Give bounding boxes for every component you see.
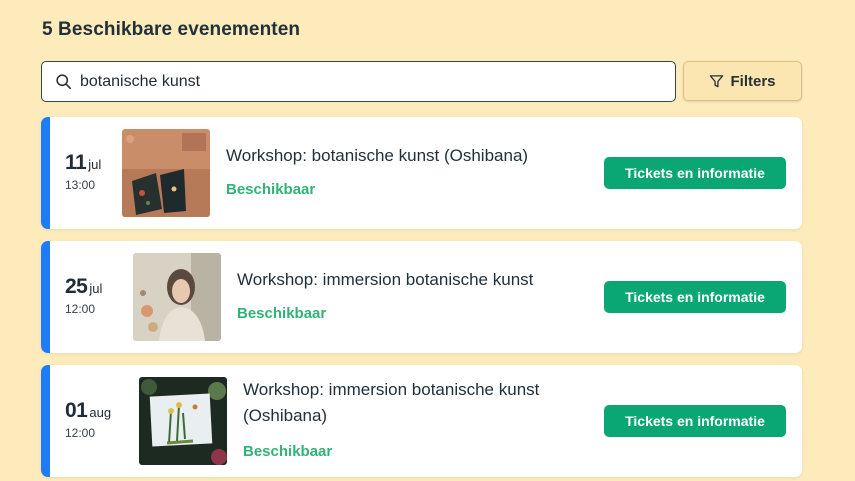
event-time: 13:00 [65, 178, 96, 192]
event-date: 25 jul 12:00 [65, 275, 102, 316]
event-thumbnail[interactable] [133, 253, 221, 341]
event-day: 01 [65, 399, 88, 422]
results-heading: 5 Beschikbare evenementen [42, 19, 301, 40]
filters-button[interactable]: Filters [683, 61, 802, 101]
event-time: 12:00 [65, 302, 96, 316]
event-title[interactable]: Workshop: botanische kunst (Oshibana) [226, 143, 586, 169]
search-icon [56, 74, 72, 90]
tickets-button[interactable]: Tickets en informatie [604, 281, 786, 313]
card-accent-stripe [41, 365, 50, 477]
tickets-button[interactable]: Tickets en informatie [604, 405, 786, 437]
event-status: Beschikbaar [243, 443, 333, 460]
filter-icon [710, 74, 724, 87]
event-month: aug [89, 405, 112, 420]
event-time: 12:00 [65, 426, 96, 440]
event-month: jul [89, 281, 103, 296]
event-card[interactable]: 01 aug 12:00 Workshop: immersion botanisc… [41, 365, 802, 477]
search-input[interactable] [80, 68, 660, 95]
event-card[interactable]: 25 jul 12:00 Workshop: immersion botanisc… [41, 241, 802, 353]
tickets-button[interactable]: Tickets en informatie [604, 157, 786, 189]
event-thumbnail[interactable] [122, 129, 210, 217]
event-status: Beschikbaar [226, 181, 316, 198]
event-title[interactable]: Workshop: immersion botanische kunst (Os… [243, 377, 583, 429]
event-status: Beschikbaar [237, 305, 327, 322]
event-day: 25 [65, 275, 88, 298]
event-month: jul [88, 157, 102, 172]
event-date: 01 aug 12:00 [65, 399, 111, 440]
event-title[interactable]: Workshop: immersion botanische kunst [237, 267, 587, 293]
filters-label: Filters [730, 72, 776, 90]
search-box[interactable] [41, 61, 676, 102]
event-card[interactable]: 11 jul 13:00 Workshop: botanische kunst (… [41, 117, 802, 229]
event-thumbnail[interactable] [139, 377, 227, 465]
card-accent-stripe [41, 117, 50, 229]
event-day: 11 [65, 151, 87, 174]
card-accent-stripe [41, 241, 50, 353]
event-date: 11 jul 13:00 [65, 151, 101, 192]
